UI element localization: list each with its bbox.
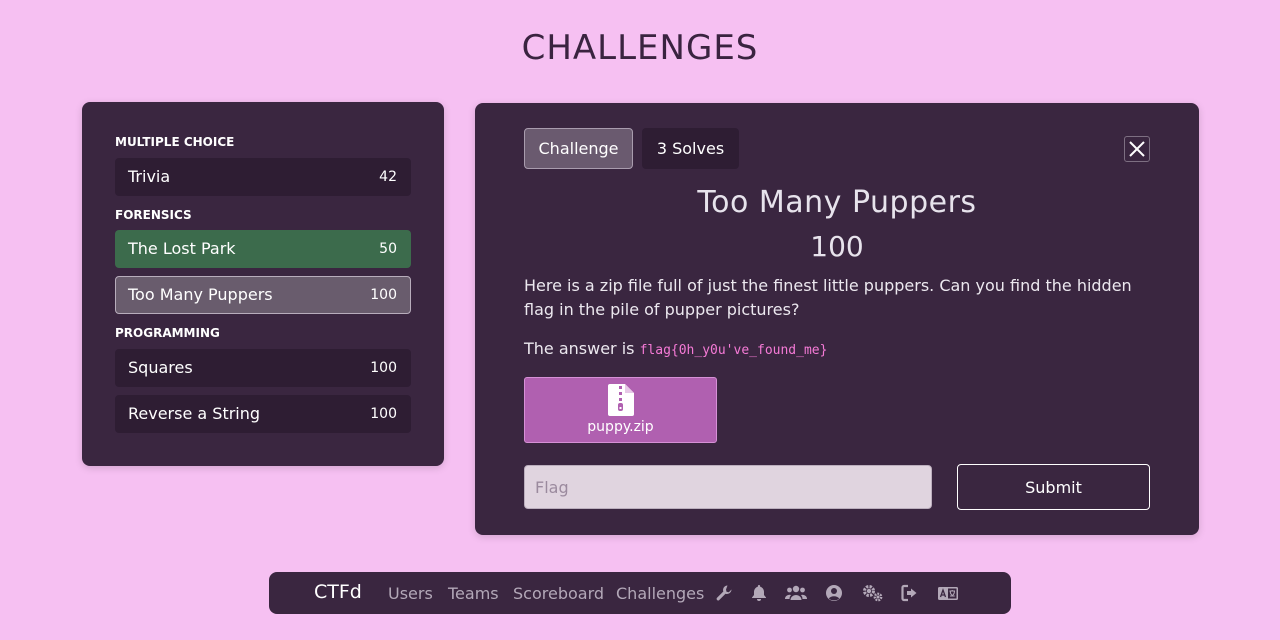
challenge-name: Too Many Puppers	[128, 285, 273, 304]
users-icon[interactable]	[785, 584, 807, 602]
language-icon[interactable]	[937, 584, 959, 602]
challenge-modal: Challenge 3 Solves Too Many Puppers 100 …	[475, 103, 1199, 535]
bell-icon[interactable]	[751, 584, 767, 602]
challenge-item-the-lost-park[interactable]: The Lost Park 50	[115, 230, 411, 268]
challenge-title: Too Many Puppers	[697, 185, 977, 220]
submit-button[interactable]: Submit	[957, 464, 1150, 510]
challenge-points: 50	[379, 241, 397, 257]
answer-prefix: The answer is	[524, 339, 635, 358]
wrench-icon[interactable]	[715, 584, 733, 602]
challenge-list-panel: MULTIPLE CHOICE Trivia 42 FORENSICS The …	[82, 102, 444, 466]
tab-challenge[interactable]: Challenge	[524, 128, 633, 169]
challenge-points: 42	[379, 169, 397, 185]
category-heading: FORENSICS	[115, 208, 192, 222]
challenge-name: Squares	[128, 358, 193, 377]
category-heading: MULTIPLE CHOICE	[115, 135, 235, 149]
challenge-item-too-many-puppers[interactable]: Too Many Puppers 100	[115, 276, 411, 314]
challenge-description: Here is a zip file full of just the fine…	[524, 276, 1132, 319]
challenge-item-reverse-a-string[interactable]: Reverse a String 100	[115, 395, 411, 433]
challenge-value: 100	[810, 230, 864, 263]
close-button[interactable]	[1124, 136, 1150, 162]
challenge-name: Reverse a String	[128, 404, 261, 423]
challenge-points: 100	[370, 406, 397, 422]
nav-link-users[interactable]: Users	[388, 584, 433, 603]
challenge-points: 100	[370, 360, 397, 376]
challenge-item-trivia[interactable]: Trivia 42	[115, 158, 411, 196]
logout-icon[interactable]	[901, 584, 919, 602]
brand-logo[interactable]: CTFd	[314, 581, 362, 603]
file-zip-icon	[608, 384, 634, 416]
answer-line: The answer is flag{0h_y0u've_found_me}	[524, 339, 827, 358]
answer-flag: flag{0h_y0u've_found_me}	[639, 343, 828, 358]
challenge-item-squares[interactable]: Squares 100	[115, 349, 411, 387]
challenge-name: The Lost Park	[128, 239, 236, 258]
file-download-button[interactable]: puppy.zip	[524, 377, 717, 443]
category-heading: PROGRAMMING	[115, 326, 220, 340]
flag-input[interactable]	[524, 465, 932, 509]
nav-link-challenges[interactable]: Challenges	[616, 584, 704, 603]
challenge-name: Trivia	[128, 167, 171, 186]
user-circle-icon[interactable]	[825, 584, 843, 602]
close-icon	[1129, 141, 1145, 157]
cogs-icon[interactable]	[862, 584, 884, 602]
nav-link-scoreboard[interactable]: Scoreboard	[513, 584, 604, 603]
navbar: CTFd Users Teams Scoreboard Challenges	[269, 572, 1011, 614]
file-name: puppy.zip	[587, 419, 654, 435]
nav-link-teams[interactable]: Teams	[448, 584, 499, 603]
challenge-points: 100	[370, 287, 397, 303]
tab-solves[interactable]: 3 Solves	[642, 128, 739, 169]
page-title: CHALLENGES	[521, 28, 759, 68]
